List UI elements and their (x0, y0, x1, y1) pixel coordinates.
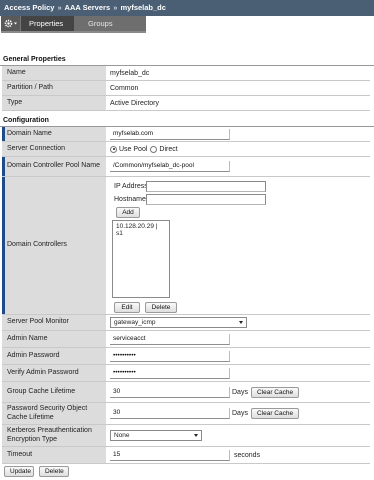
pso-cache-unit: Days (232, 410, 248, 417)
row-verify-admin-password: Verify Admin Password •••••••••• (2, 365, 370, 382)
direct-radio[interactable] (150, 145, 158, 153)
delete-button[interactable]: Delete (38, 466, 69, 477)
tab-properties[interactable]: Properties (21, 16, 74, 31)
kerberos-encryption-label: Kerberos Preauthentication Encryption Ty… (2, 425, 106, 446)
gear-menu-button[interactable] (1, 16, 21, 31)
kerberos-encryption-select[interactable]: None (110, 430, 202, 441)
breadcrumb-access-policy[interactable]: Access Policy (4, 3, 54, 12)
group-cache-lifetime-label: Group Cache Lifetime (2, 382, 106, 402)
row-type: Type Active Directory (2, 96, 370, 111)
use-pool-radio[interactable] (110, 145, 117, 153)
hostname-input[interactable] (146, 194, 266, 205)
name-label: Name (2, 66, 106, 80)
edit-button[interactable]: Edit (114, 302, 140, 313)
admin-password-input[interactable]: •••••••••• (110, 350, 230, 362)
row-name: Name myfselab_dc (2, 66, 370, 81)
partition-value: Common (110, 84, 139, 92)
row-dc-pool-name: Domain Controller Pool Name /Common/myfs… (2, 157, 370, 177)
breadcrumb-current: myfselab_dc (120, 3, 166, 12)
list-item[interactable]: 10.128.20.29 | s1 (116, 223, 166, 237)
timeout-input[interactable]: 15 (110, 449, 230, 461)
partition-label: Partition / Path (2, 81, 106, 95)
server-pool-monitor-select[interactable]: gateway_icmp (110, 317, 247, 328)
delete-dc-button[interactable]: Delete (145, 302, 177, 313)
chevron-down-icon (194, 434, 198, 437)
timeout-unit: seconds (234, 451, 261, 459)
breadcrumb-aaa-servers[interactable]: AAA Servers (65, 3, 111, 12)
name-value: myfselab_dc (110, 69, 150, 77)
admin-name-input[interactable]: serviceacct (110, 333, 230, 345)
row-server-connection: Server Connection Use Pool Direct (2, 142, 370, 157)
row-group-cache-lifetime: Group Cache Lifetime 30 Days Clear Cache (2, 382, 370, 403)
pso-cache-lifetime-input[interactable]: 30 (110, 408, 230, 419)
row-partition: Partition / Path Common (2, 81, 370, 96)
server-connection-label: Server Connection (2, 142, 106, 156)
dc-pool-name-label: Domain Controller Pool Name (2, 157, 106, 176)
timeout-label: Timeout (2, 447, 106, 463)
admin-password-label: Admin Password (2, 348, 106, 364)
row-domain-controllers: Domain Controllers IP Address: Hostname:… (2, 177, 370, 315)
breadcrumb-separator: » (57, 3, 62, 12)
chevron-down-icon (239, 321, 243, 324)
row-server-pool-monitor: Server Pool Monitor gateway_icmp (2, 315, 370, 331)
domain-name-input[interactable]: myfselab.com (110, 128, 230, 140)
row-kerberos-encryption: Kerberos Preauthentication Encryption Ty… (2, 425, 370, 447)
ip-address-input[interactable] (146, 181, 266, 192)
tab-underline (1, 31, 146, 33)
domain-controllers-label: Domain Controllers (2, 177, 106, 314)
clear-pso-cache-button[interactable]: Clear Cache (250, 408, 300, 419)
verify-admin-password-label: Verify Admin Password (2, 365, 106, 381)
clear-group-cache-button[interactable]: Clear Cache (250, 386, 300, 398)
gear-icon (4, 19, 17, 28)
dc-pool-name-input[interactable]: /Common/myfselab_dc-pool (110, 161, 230, 172)
row-domain-name: Domain Name myfselab.com (2, 127, 370, 142)
add-button[interactable]: Add (116, 207, 140, 218)
group-cache-unit: Days (232, 388, 248, 396)
row-admin-password: Admin Password •••••••••• (2, 348, 370, 365)
type-label: Type (2, 96, 106, 110)
row-admin-name: Admin Name serviceacct (2, 331, 370, 348)
row-timeout: Timeout 15 seconds (2, 447, 370, 464)
pso-cache-lifetime-label: Password Security Object Cache Lifetime (2, 403, 106, 424)
kerberos-encryption-value: None (114, 432, 130, 439)
update-button[interactable]: Update (4, 466, 34, 477)
use-pool-label: Use Pool (119, 145, 148, 153)
general-properties-title: General Properties (3, 56, 66, 63)
group-cache-lifetime-input[interactable]: 30 (110, 386, 230, 398)
admin-name-label: Admin Name (2, 331, 106, 347)
server-pool-monitor-value: gateway_icmp (114, 319, 156, 326)
domain-controllers-list[interactable]: 10.128.20.29 | s1 (112, 220, 170, 298)
hostname-label: Hostname: (114, 196, 148, 203)
form-actions: Update Delete (4, 466, 69, 477)
server-pool-monitor-label: Server Pool Monitor (2, 315, 106, 330)
breadcrumb-separator: » (113, 3, 118, 12)
domain-name-label: Domain Name (2, 127, 106, 141)
tab-groups[interactable]: Groups (74, 16, 128, 31)
configuration-title: Configuration (3, 117, 49, 124)
verify-admin-password-input[interactable]: •••••••••• (110, 367, 230, 379)
direct-label: Direct (159, 145, 178, 153)
tab-bar: Properties Groups (0, 16, 374, 33)
type-value: Active Directory (110, 99, 160, 107)
tab-bar-end (128, 16, 146, 31)
breadcrumb: Access Policy » AAA Servers » myfselab_d… (0, 0, 374, 16)
row-pso-cache-lifetime: Password Security Object Cache Lifetime … (2, 403, 370, 425)
ip-address-label: IP Address: (114, 183, 150, 190)
